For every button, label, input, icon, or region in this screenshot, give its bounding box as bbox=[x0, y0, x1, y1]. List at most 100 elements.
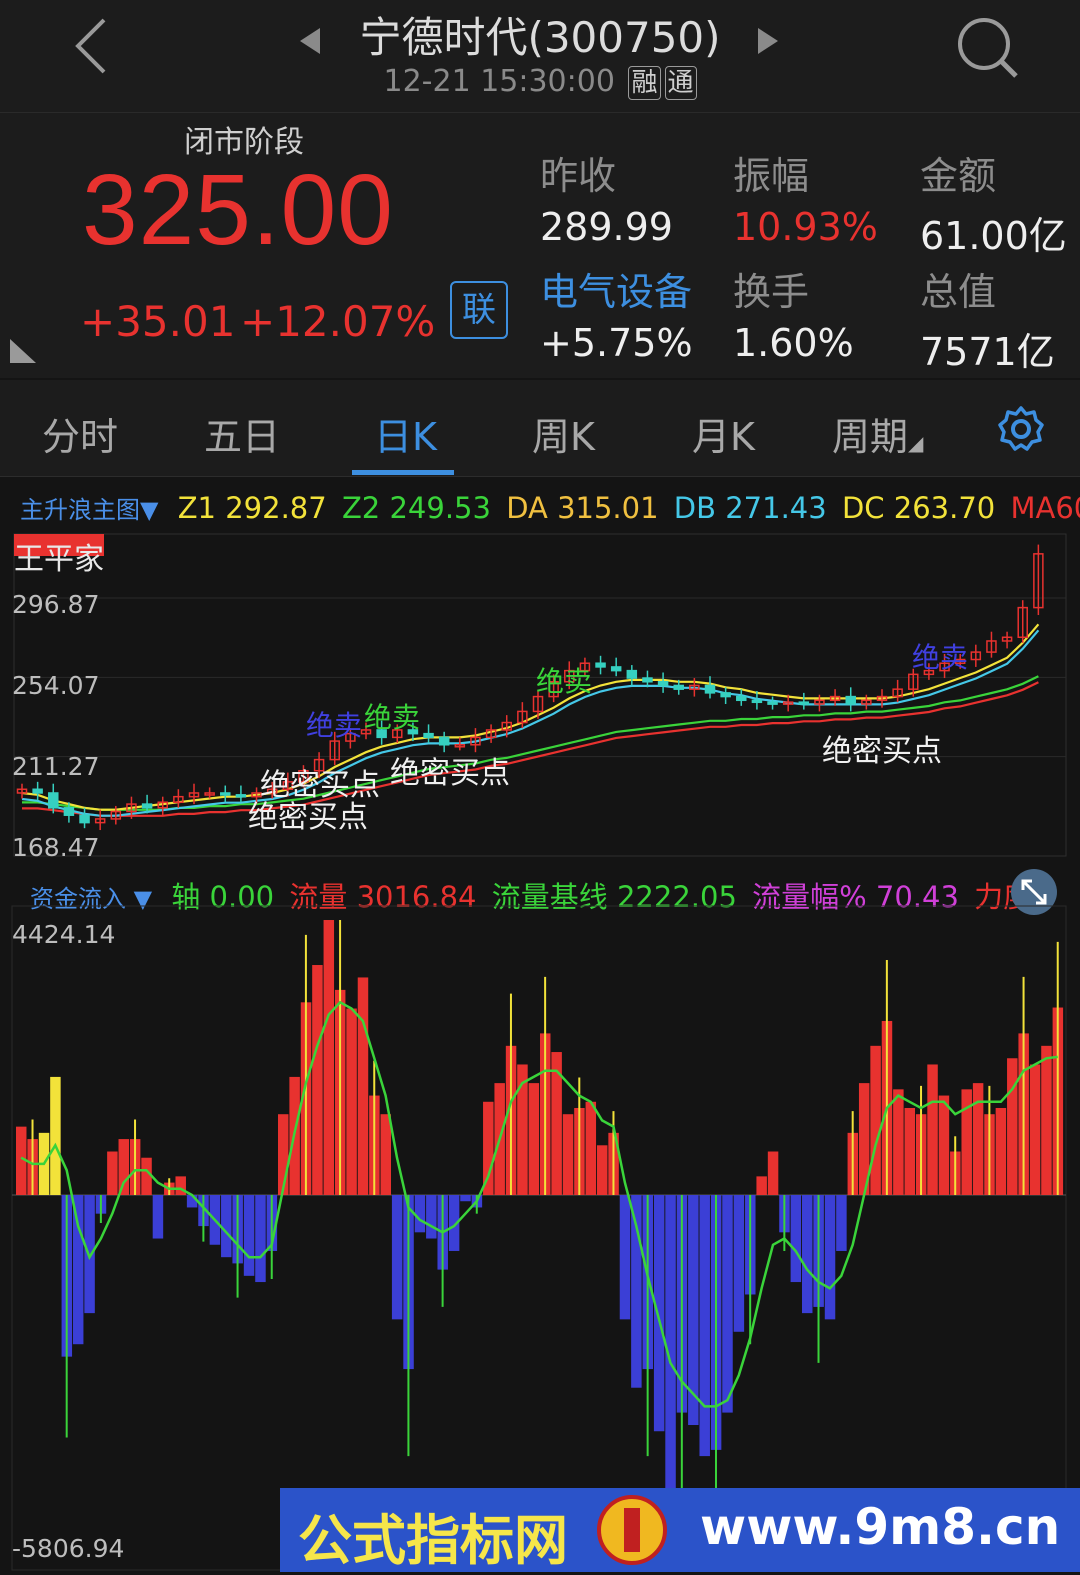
flow-bar bbox=[995, 1107, 1007, 1196]
flow-bar bbox=[1029, 1064, 1041, 1196]
flow-bar bbox=[1007, 1058, 1018, 1196]
flow-bar bbox=[699, 1195, 710, 1457]
header-bar: 宁德时代(300750) 12-21 15:30:00 融通 bbox=[0, 0, 1080, 113]
flow-bar bbox=[107, 1151, 118, 1196]
ad-banner-left-text: 公式指标网 bbox=[298, 1509, 568, 1572]
flow-bar bbox=[426, 1195, 437, 1239]
flow-bar bbox=[824, 1195, 836, 1320]
quote-datetime: 12-21 15:30:00 bbox=[383, 64, 615, 99]
linked-stocks-button[interactable]: 联 bbox=[450, 281, 508, 339]
flow-bar bbox=[346, 1008, 357, 1196]
kline-candle bbox=[720, 692, 731, 698]
kline-candle bbox=[736, 695, 747, 702]
kline-candle bbox=[141, 803, 153, 809]
price-change-pct: +12.07% bbox=[240, 297, 436, 346]
flow-baseline-line bbox=[20, 1000, 1058, 1408]
tab-weekly-k[interactable]: 周K bbox=[532, 406, 595, 461]
tab-five-day[interactable]: 五日 bbox=[204, 406, 280, 461]
kline-candle bbox=[642, 677, 653, 683]
sector-link[interactable]: 电气设备 bbox=[540, 261, 692, 316]
sell-signal-1: 绝卖 bbox=[306, 709, 363, 742]
watermark-name: 王平家 bbox=[14, 534, 104, 578]
search-icon[interactable] bbox=[954, 14, 1020, 80]
active-tab-underline bbox=[352, 470, 454, 475]
sector-change: +5.75% bbox=[540, 321, 693, 365]
kline-candle bbox=[751, 699, 763, 704]
margin-tag: 融 bbox=[628, 66, 661, 100]
kline-candle bbox=[595, 662, 606, 668]
kline-candle bbox=[798, 701, 810, 705]
flow-bar bbox=[893, 1089, 904, 1196]
tab-period-label: 周期 bbox=[832, 415, 909, 459]
flow-bar bbox=[357, 977, 369, 1196]
flow-bar bbox=[790, 1195, 802, 1283]
flow-bar bbox=[1041, 1045, 1052, 1196]
flow-bar bbox=[756, 1176, 767, 1196]
flow-bar bbox=[904, 1107, 916, 1196]
ad-banner[interactable]: 公式指标网 www.9m8.cn bbox=[280, 1488, 1080, 1572]
flow-ytick-bottom: -5806.94 bbox=[12, 1534, 125, 1563]
kline-chart[interactable]: 王平家 296.87 254.07 211.27 168.47 绝卖 绝卖 绝卖… bbox=[0, 478, 1080, 866]
flow-bar bbox=[722, 1195, 733, 1413]
kline-candle bbox=[673, 684, 684, 690]
tab-daily-k[interactable]: 日K bbox=[374, 406, 437, 461]
buy-signal-3: 绝密买点 bbox=[390, 756, 510, 791]
market-cap-value: 7571亿 bbox=[920, 330, 1055, 374]
settings-gear-icon[interactable] bbox=[996, 404, 1046, 454]
sell-signal-2: 绝卖 bbox=[364, 701, 421, 734]
flow-bar bbox=[460, 1195, 471, 1202]
kline-candle bbox=[704, 684, 716, 694]
flow-bar bbox=[596, 1145, 608, 1196]
quote-panel: 闭市阶段 325.00 +35.01 +12.07% 联 昨收 289.99 振… bbox=[0, 113, 1080, 378]
flow-bar bbox=[391, 1195, 403, 1320]
tab-period[interactable]: 周期◢ bbox=[832, 406, 923, 461]
flow-bar bbox=[483, 1101, 494, 1196]
kline-candle bbox=[220, 792, 231, 796]
flow-bar bbox=[562, 1114, 574, 1196]
tab-intraday[interactable]: 分时 bbox=[42, 406, 118, 461]
kline-candle bbox=[626, 669, 638, 679]
flow-bar bbox=[927, 1064, 938, 1196]
kline-candle bbox=[235, 794, 247, 798]
flow-bar bbox=[323, 920, 335, 1196]
dropdown-triangle-icon: ◢ bbox=[908, 431, 924, 455]
kline-candle bbox=[767, 701, 778, 705]
connect-tag: 通 bbox=[664, 66, 697, 100]
market-cap-label: 总值 bbox=[920, 270, 997, 314]
kline-candle bbox=[438, 736, 450, 746]
flow-bar bbox=[653, 1195, 665, 1432]
flow-bar bbox=[50, 1076, 61, 1196]
site-logo-icon bbox=[597, 1495, 667, 1565]
buy-signal-4: 绝密买点 bbox=[822, 734, 942, 769]
flow-bar bbox=[528, 1083, 540, 1196]
amplitude-value: 10.93% bbox=[733, 205, 878, 249]
flow-bar bbox=[141, 1157, 152, 1196]
flow-bar bbox=[733, 1195, 745, 1332]
flow-bar bbox=[802, 1195, 813, 1314]
kline-candle bbox=[79, 814, 90, 824]
flow-bar bbox=[836, 1195, 847, 1251]
amount-label: 金额 bbox=[920, 154, 997, 198]
turnover-value: 1.60% bbox=[733, 321, 854, 365]
kline-candle bbox=[845, 695, 856, 705]
prev-close-label: 昨收 bbox=[540, 154, 617, 198]
tab-monthly-k[interactable]: 月K bbox=[692, 406, 755, 461]
sell-signal-4: 绝卖 bbox=[912, 641, 969, 674]
flow-bar bbox=[152, 1195, 164, 1239]
corner-expand-icon[interactable] bbox=[8, 335, 38, 365]
flow-bar bbox=[972, 1083, 984, 1196]
kline-candle bbox=[63, 807, 75, 816]
kline-candle bbox=[657, 681, 669, 687]
flow-chart[interactable]: 4424.14 -5806.94 bbox=[0, 866, 1080, 1572]
flow-frame bbox=[11, 905, 1067, 1571]
kline-candle bbox=[48, 792, 59, 809]
flow-bar bbox=[870, 1045, 881, 1196]
next-stock-icon[interactable] bbox=[756, 26, 780, 56]
current-price: 325.00 bbox=[82, 154, 394, 266]
flow-bar bbox=[221, 1195, 232, 1258]
flow-ytick-top: 4424.14 bbox=[12, 920, 116, 949]
flow-bar bbox=[414, 1195, 426, 1233]
kline-ytick-0: 296.87 bbox=[12, 590, 100, 619]
kline-ytick-1: 254.07 bbox=[12, 671, 100, 700]
turnover-label: 换手 bbox=[733, 270, 810, 314]
